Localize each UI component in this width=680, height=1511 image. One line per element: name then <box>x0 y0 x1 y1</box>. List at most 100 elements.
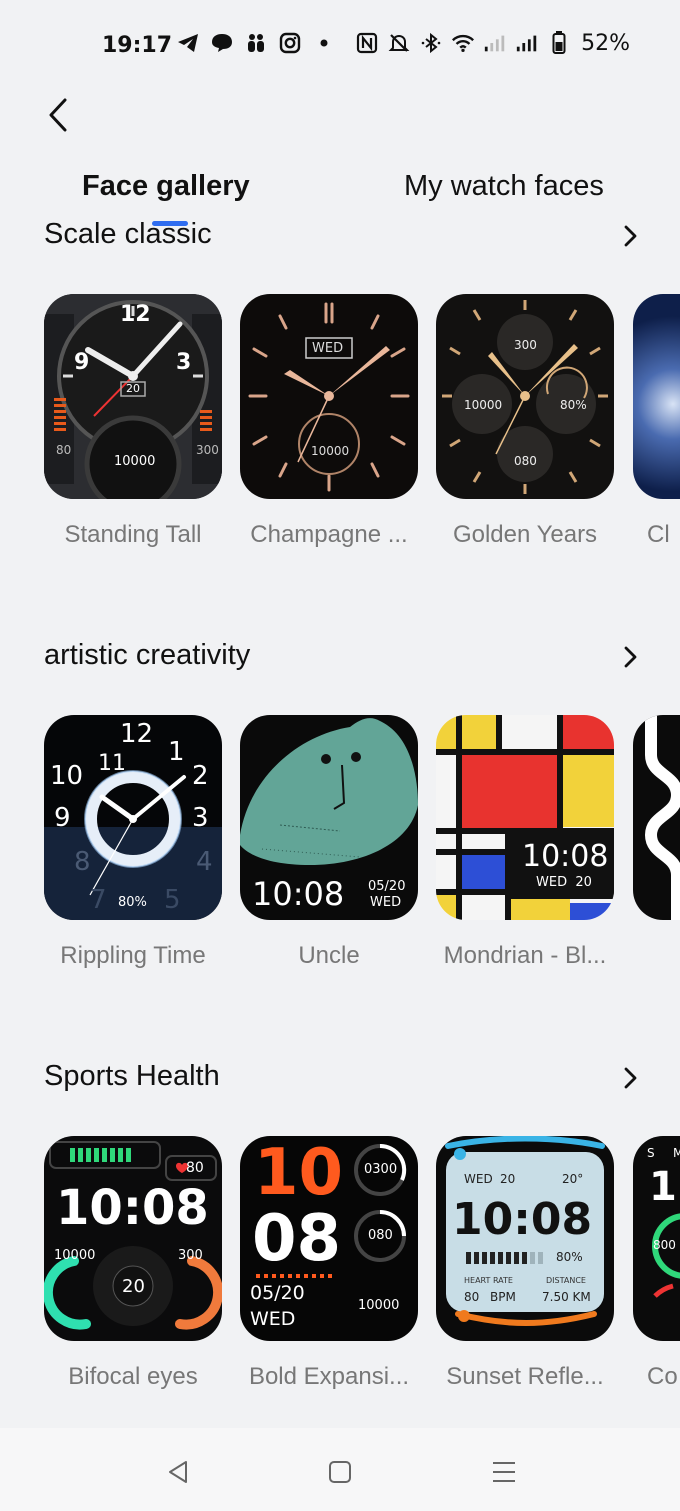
face-right-value: 300 <box>178 1248 203 1263</box>
face-left-value: 10000 <box>464 398 503 412</box>
battery-percentage: 52% <box>581 30 630 56</box>
signal-weak-icon <box>483 30 507 56</box>
face-numeral-12: 12 <box>120 719 154 749</box>
watch-face-card[interactable]: 10 08 0300 080 05/20 WED 10000 Bold Expa… <box>240 1136 418 1390</box>
face-date: 20 <box>500 1172 516 1186</box>
section-artistic-creativity: artistic creativity 12 1 2 10 11 9 3 8 4… <box>0 639 680 979</box>
signal-strong-icon <box>515 30 539 56</box>
face-heart-rate-value: 80 <box>464 1290 480 1304</box>
battery-icon <box>547 30 571 56</box>
nav-menu-button[interactable] <box>484 1452 524 1492</box>
watch-face-name: Golden Years <box>452 521 598 548</box>
chevron-right-icon <box>624 646 637 668</box>
watch-face-preview: 10:08 WED 20 <box>436 715 614 920</box>
face-top-value: 300 <box>514 338 537 352</box>
instagram-icon <box>278 30 302 56</box>
watch-face-card[interactable]: WED 10000 Champagne ... <box>240 294 418 548</box>
bluetooth-icon <box>419 30 443 56</box>
face-date: 20 <box>126 382 140 395</box>
watch-face-card[interactable]: 80 10:08 10000 300 20 Bifocal eyes <box>44 1136 222 1390</box>
back-button[interactable] <box>36 92 80 138</box>
face-numeral-5: 5 <box>164 885 181 915</box>
system-navigation-bar <box>0 1428 680 1511</box>
card-row: 12 1 2 10 11 9 3 8 4 7 5 80% Rippling Ti… <box>44 715 680 975</box>
face-steps: 10000 <box>358 1298 400 1313</box>
face-hour-3: 3 <box>176 350 192 375</box>
section-scale-classic: Scale classic 12 9 3 20 10000 80 300 Sta… <box>0 218 680 558</box>
tab-my-watch-faces[interactable]: My watch faces <box>404 170 604 203</box>
tab-face-gallery[interactable]: Face gallery <box>82 170 250 203</box>
watch-face-name: Uncle <box>298 942 360 969</box>
face-time: 10:08 <box>522 839 609 874</box>
watch-face-name: Bifocal eyes <box>68 1363 198 1390</box>
watch-face-card[interactable]: S M 1 800 Co <box>633 1136 680 1390</box>
watch-face-preview: 300 10000 80% 080 <box>436 294 614 499</box>
wifi-icon <box>451 30 475 56</box>
watch-face-card[interactable]: 300 10000 80% 080 Golden Years <box>436 294 614 548</box>
watch-face-name: Mondrian - Bl... <box>443 942 607 969</box>
face-letter-s: S <box>647 1146 655 1160</box>
watch-face-name: Cl <box>647 521 670 548</box>
section-header-sports-health[interactable]: Sports Health <box>44 1060 644 1100</box>
face-minute: 08 <box>252 1202 342 1276</box>
face-steps: 10000 <box>114 454 156 469</box>
nav-back-button[interactable] <box>158 1452 198 1492</box>
watch-face-name: Sunset Refle... <box>446 1363 604 1390</box>
section-header-scale-classic[interactable]: Scale classic <box>44 218 644 258</box>
watch-face-preview: 12 9 3 20 10000 80 300 <box>44 294 222 499</box>
notification-icons <box>176 30 336 56</box>
face-day: WED <box>370 895 402 910</box>
status-time: 19:17 <box>102 33 173 58</box>
watch-face-preview: WED 10000 <box>240 294 418 499</box>
face-digit: 1 <box>649 1164 677 1210</box>
triangle-back-icon <box>169 1461 187 1483</box>
face-time: 10:08 <box>452 1194 593 1245</box>
face-bottom-value: 080 <box>514 454 537 468</box>
face-time: 10:08 <box>56 1180 209 1236</box>
watch-face-card[interactable]: 10:08 WED 20 Mondrian - Bl... <box>436 715 614 969</box>
watch-face-preview: S M 1 800 <box>633 1136 680 1341</box>
watch-face-card[interactable] <box>633 715 680 920</box>
watch-face-card[interactable]: Cl <box>633 294 680 548</box>
face-letter-m: M <box>673 1146 680 1160</box>
face-right-value: 300 <box>196 443 219 457</box>
face-numeral-11: 11 <box>98 751 126 776</box>
face-numeral-9: 9 <box>54 803 71 833</box>
face-battery: 80% <box>118 895 147 910</box>
chat-bubble-icon <box>210 30 234 56</box>
watch-face-preview: 12 1 2 10 11 9 3 8 4 7 5 80% <box>44 715 222 920</box>
face-left-value: 80 <box>56 443 72 457</box>
nav-home-button[interactable] <box>320 1452 360 1492</box>
watch-face-card[interactable]: 10:08 05/20 WED Uncle <box>240 715 418 969</box>
face-battery: 80% <box>556 1250 583 1264</box>
face-date: 05/20 <box>250 1282 305 1304</box>
watch-face-name: Standing Tall <box>64 521 202 548</box>
watch-face-card[interactable]: 12 9 3 20 10000 80 300 Standing Tall <box>44 294 222 548</box>
watch-face-preview <box>633 294 680 499</box>
people-app-icon <box>244 30 268 56</box>
chevron-right-icon <box>624 225 637 247</box>
watch-face-card[interactable]: 12 1 2 10 11 9 3 8 4 7 5 80% Rippling Ti… <box>44 715 222 969</box>
section-header-artistic-creativity[interactable]: artistic creativity <box>44 639 644 679</box>
face-time: 10:08 <box>252 875 345 913</box>
watch-face-name: Champagne ... <box>250 521 408 548</box>
face-date: 20 <box>122 1276 145 1297</box>
watch-face-preview: 10 08 0300 080 05/20 WED 10000 <box>240 1136 418 1341</box>
face-heart-rate-unit: BPM <box>490 1290 516 1304</box>
face-hour-12: 12 <box>120 302 151 327</box>
face-steps: 10000 <box>311 444 350 458</box>
face-day: WED <box>464 1172 493 1186</box>
face-hour: 10 <box>254 1136 344 1210</box>
face-day: WED <box>312 341 344 356</box>
section-title: Scale classic <box>44 218 212 250</box>
face-ring-value: 800 <box>653 1238 676 1252</box>
watch-face-name: Co <box>647 1363 678 1390</box>
face-distance-label: DISTANCE <box>546 1276 586 1285</box>
watch-face-card[interactable]: WED 20 20° 10:08 80% HEART RATE 80 BPM D… <box>436 1136 614 1390</box>
face-numeral-3: 3 <box>192 803 209 833</box>
card-row: 12 9 3 20 10000 80 300 Standing Tall WED… <box>44 294 680 554</box>
face-numeral-7: 7 <box>90 885 107 915</box>
face-steps: 10000 <box>54 1248 96 1263</box>
system-icons: 52% <box>355 30 630 56</box>
face-heart-rate-label: HEART RATE <box>464 1276 513 1285</box>
